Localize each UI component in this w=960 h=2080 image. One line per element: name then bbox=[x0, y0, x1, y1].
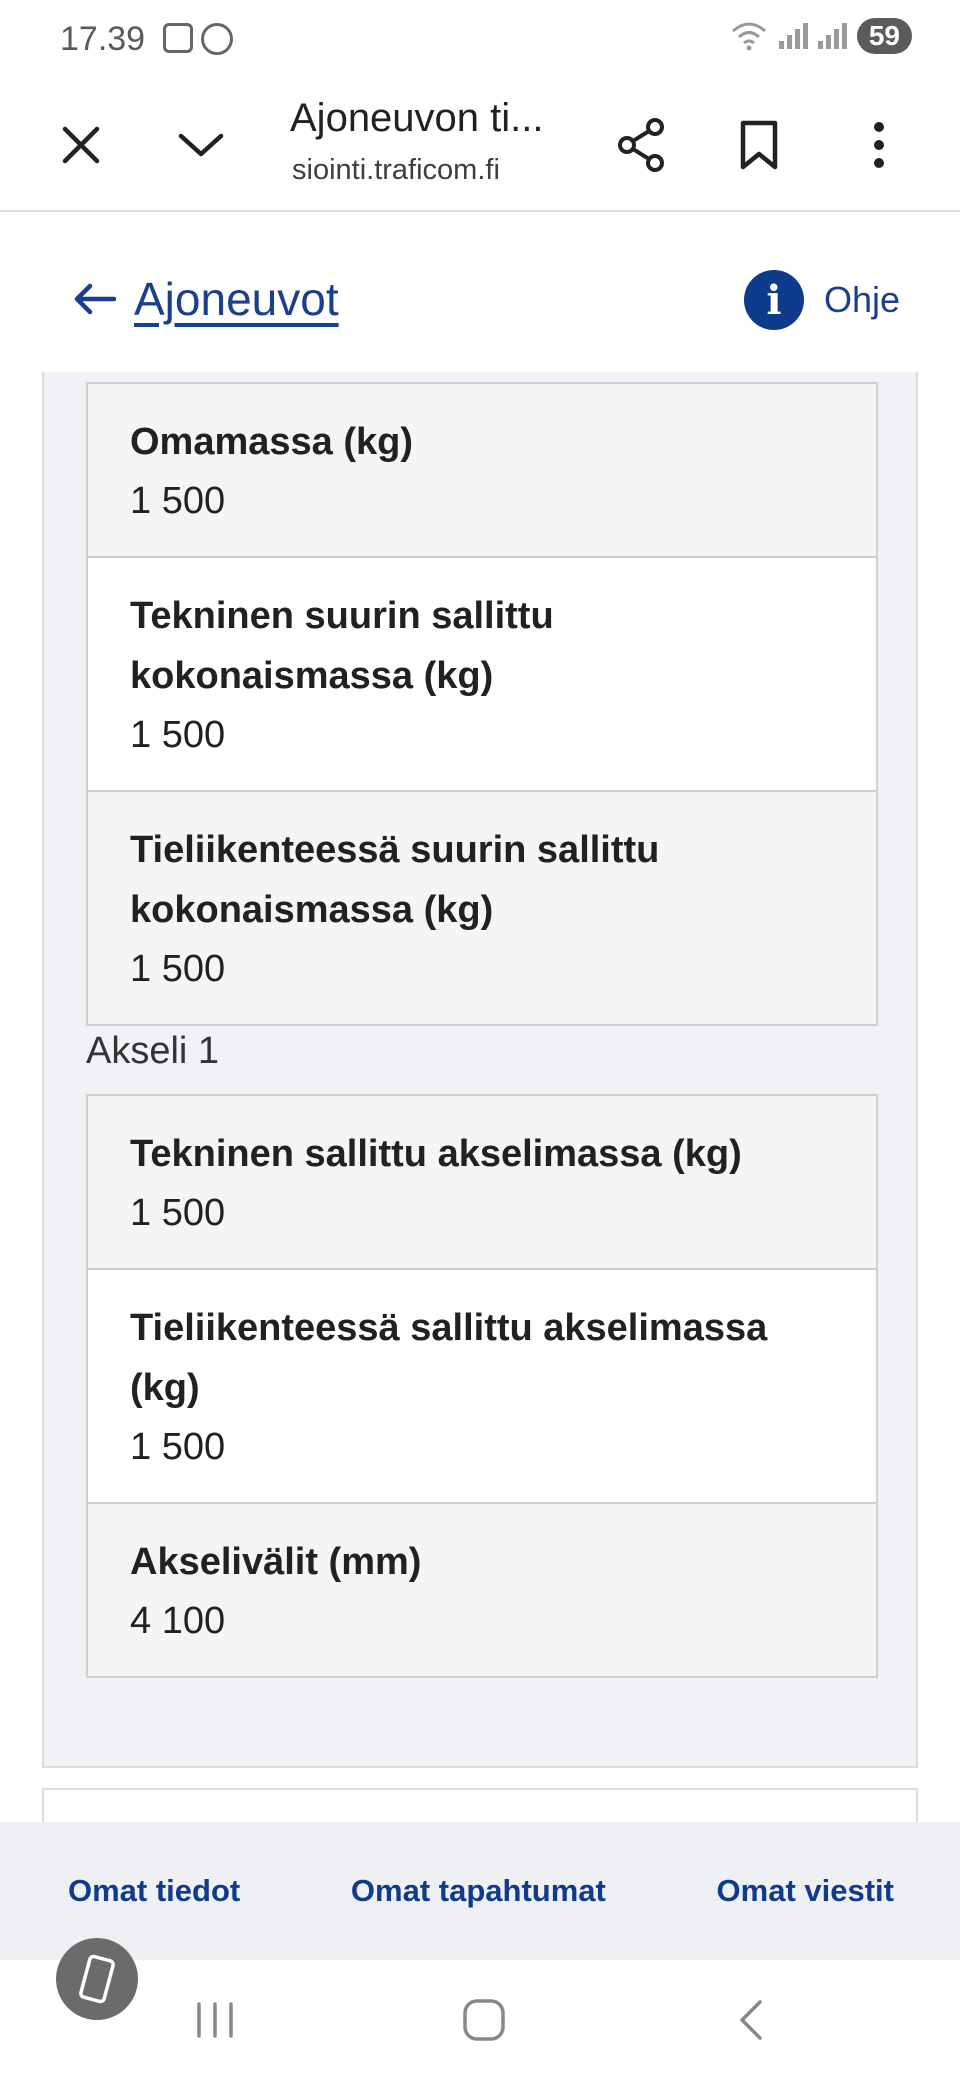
back-link[interactable]: Ajoneuvot bbox=[72, 272, 339, 326]
table-row: Tekninen sallittu akselimassa (kg) 1 500 bbox=[88, 1096, 876, 1268]
nav-own-events[interactable]: Omat tapahtumat bbox=[351, 1873, 606, 1909]
status-bar: 17.39 59 bbox=[0, 0, 960, 78]
table-row: Omamassa (kg) 1 500 bbox=[88, 384, 876, 556]
back-nav-icon[interactable] bbox=[726, 1990, 776, 2050]
table-row: Tekninen suurin sallittu kokonaismassa (… bbox=[88, 556, 876, 790]
row-label: Akselivälit (mm) bbox=[130, 1541, 422, 1583]
next-section-card bbox=[42, 1788, 918, 1822]
share-icon[interactable] bbox=[606, 110, 676, 180]
table-row: Akselivälit (mm) 4 100 bbox=[88, 1502, 876, 1676]
status-time: 17.39 bbox=[60, 19, 146, 58]
browser-toolbar: Ajoneuvon ti... siointi.traficom.fi bbox=[0, 78, 960, 212]
info-icon: i bbox=[743, 270, 804, 330]
page-header: Ajoneuvot i Ohje bbox=[0, 212, 960, 372]
axle-table: Tekninen sallittu akselimassa (kg) 1 500… bbox=[86, 1094, 878, 1678]
signal-icon-2 bbox=[817, 23, 847, 49]
status-indicators: 59 bbox=[729, 18, 912, 54]
app-notification-icon bbox=[201, 23, 234, 55]
back-link-label[interactable]: Ajoneuvot bbox=[134, 272, 339, 326]
table-row: Tieliikenteessä sallittu akselimassa (kg… bbox=[88, 1268, 876, 1502]
vehicle-details-content: Omamassa (kg) 1 500 Tekninen suurin sall… bbox=[0, 372, 960, 1822]
screenshot-icon bbox=[163, 23, 194, 53]
page-title[interactable]: Ajoneuvon ti... bbox=[290, 96, 544, 141]
row-label: Omamassa (kg) bbox=[130, 421, 414, 463]
chevron-down-icon[interactable] bbox=[166, 110, 236, 180]
row-label: Tekninen sallittu akselimassa (kg) bbox=[130, 1133, 742, 1175]
row-value: 1 500 bbox=[130, 480, 226, 522]
nav-own-messages[interactable]: Omat viestit bbox=[717, 1873, 894, 1909]
row-value: 1 500 bbox=[130, 714, 226, 756]
help-button[interactable]: i Ohje bbox=[743, 270, 900, 330]
arrow-left-icon bbox=[74, 283, 116, 315]
row-value: 1 500 bbox=[130, 1192, 226, 1234]
page-url[interactable]: siointi.traficom.fi bbox=[292, 154, 500, 187]
status-notification-icons bbox=[163, 23, 234, 55]
row-label: Tieliikenteessä suurin sallittu kokonais… bbox=[130, 829, 660, 931]
recent-apps-icon[interactable] bbox=[190, 1990, 240, 2050]
home-icon[interactable] bbox=[456, 1990, 512, 2050]
row-value: 1 500 bbox=[130, 948, 226, 990]
table-row: Tieliikenteessä suurin sallittu kokonais… bbox=[88, 790, 876, 1024]
close-icon[interactable] bbox=[46, 110, 116, 180]
row-value: 4 100 bbox=[130, 1600, 226, 1642]
row-label: Tekninen suurin sallittu kokonaismassa (… bbox=[130, 595, 554, 697]
row-label: Tieliikenteessä sallittu akselimassa (kg… bbox=[130, 1307, 768, 1409]
mass-table: Omamassa (kg) 1 500 Tekninen suurin sall… bbox=[86, 382, 878, 1026]
phone-shortcut-button[interactable] bbox=[56, 1938, 138, 2020]
phone-icon bbox=[79, 1954, 115, 2004]
more-options-icon[interactable] bbox=[844, 110, 914, 180]
help-label[interactable]: Ohje bbox=[824, 279, 900, 321]
system-nav-bar bbox=[0, 1938, 960, 2080]
axle-section-title: Akseli 1 bbox=[86, 1030, 220, 1072]
wifi-icon bbox=[731, 22, 766, 51]
bookmark-icon[interactable] bbox=[724, 110, 794, 180]
row-value: 1 500 bbox=[130, 1426, 226, 1468]
bottom-nav: Omat tiedot Omat tapahtumat Omat viestit bbox=[0, 1822, 960, 1960]
nav-own-info[interactable]: Omat tiedot bbox=[68, 1873, 240, 1909]
signal-icon bbox=[778, 23, 808, 49]
battery-indicator: 59 bbox=[856, 18, 912, 54]
details-panel: Omamassa (kg) 1 500 Tekninen suurin sall… bbox=[42, 372, 918, 1768]
